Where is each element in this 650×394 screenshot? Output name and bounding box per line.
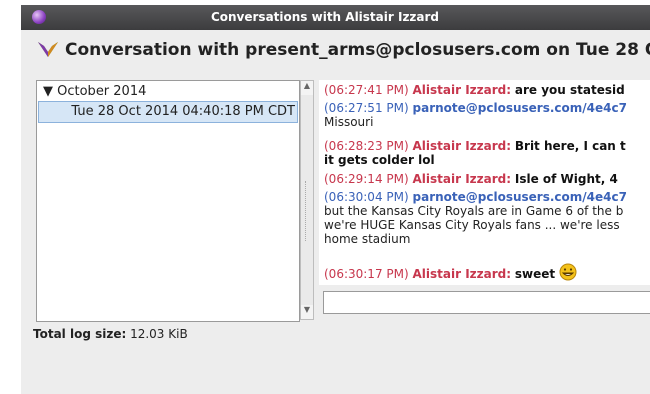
scroll-down-icon[interactable]: ▼ — [301, 305, 313, 319]
message-3: (06:28:23 PM) Alistair Izzard: Brit here… — [324, 139, 626, 167]
title-bar[interactable]: Conversations with Alistair Izzard — [21, 5, 650, 30]
tree-item-month[interactable]: ▼ October 2014 — [43, 84, 146, 99]
window-title: Conversations with Alistair Izzard — [210, 10, 440, 24]
message-5: (06:30:04 PM) parnote@pclosusers.com/4e4… — [324, 190, 627, 246]
conversation-heading: Conversation with present_arms@pclosuser… — [37, 40, 650, 60]
total-log-size-value: 12.03 KiB — [126, 327, 188, 341]
grin-smiley-icon — [559, 263, 577, 281]
tree-item-selected-log[interactable]: Tue 28 Oct 2014 04:40:18 PM CDT — [38, 101, 298, 123]
message-4: (06:29:14 PM) Alistair Izzard: Isle of W… — [324, 172, 618, 186]
tree-scrollbar[interactable]: ▲ ▼ — [300, 80, 314, 320]
message-1: (06:27:41 PM) Alistair Izzard: are you s… — [324, 83, 625, 97]
message-2: (06:27:51 PM) parnote@pclosusers.com/4e4… — [324, 101, 627, 129]
message-6: (06:30:17 PM) Alistair Izzard: sweet — [324, 263, 577, 281]
scroll-grip[interactable] — [305, 181, 310, 241]
pidgin-logo-icon — [38, 42, 58, 57]
total-log-size-label: Total log size: — [33, 327, 127, 341]
scroll-up-icon[interactable]: ▲ — [301, 81, 313, 95]
search-input[interactable] — [323, 291, 650, 314]
conversation-window: Conversation with present_arms@pclosuser… — [21, 30, 650, 394]
heading-text: Conversation with present_arms@pclosuser… — [65, 40, 650, 60]
selected-log-label: Tue 28 Oct 2014 04:40:18 PM CDT — [71, 104, 295, 119]
log-tree[interactable]: ▼ October 2014 Tue 28 Oct 2014 04:40:18 … — [36, 80, 300, 322]
total-log-size: Total log size: 12.03 KiB — [33, 327, 188, 341]
chat-log[interactable]: (06:27:41 PM) Alistair Izzard: are you s… — [319, 80, 650, 285]
